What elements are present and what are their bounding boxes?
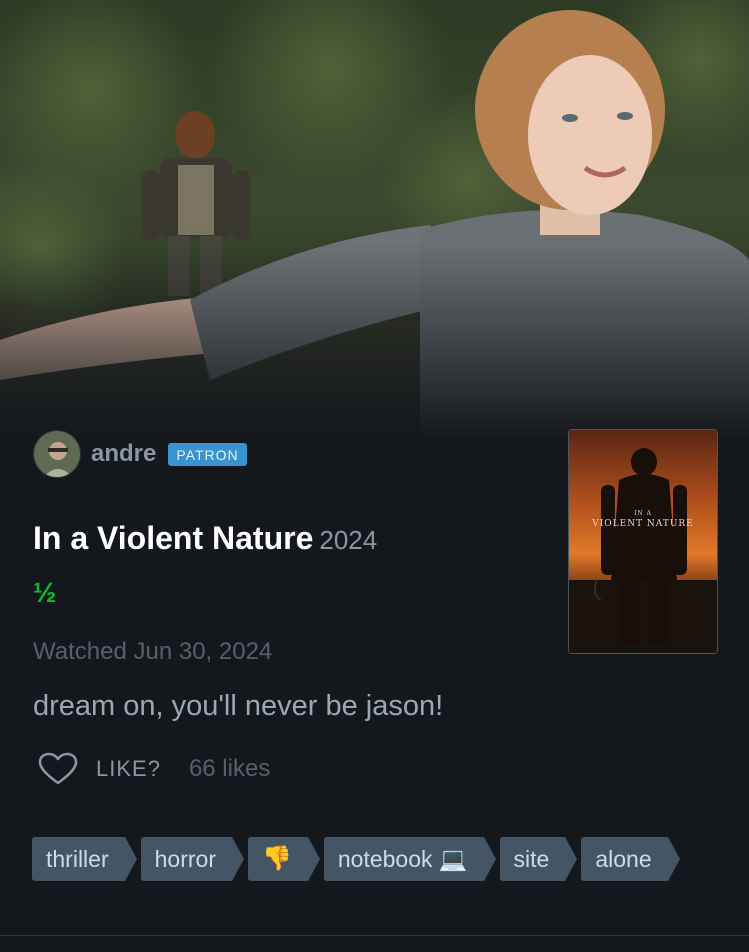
like-count[interactable]: 66 likes — [189, 755, 270, 783]
tag-horror[interactable]: horror — [140, 837, 245, 881]
review-author: andre PATRON — [33, 430, 247, 478]
star-rating: ½ — [33, 577, 57, 608]
tag-notebook[interactable]: notebook 💻 — [323, 837, 496, 881]
author-name[interactable]: andre — [91, 440, 156, 468]
film-poster[interactable]: IN A VIOLENT NATURE — [568, 429, 718, 654]
tag-thriller[interactable]: thriller — [32, 837, 137, 881]
patron-badge: PATRON — [168, 442, 247, 466]
heart-icon[interactable] — [38, 752, 78, 786]
backdrop-image — [0, 0, 749, 440]
like-button[interactable]: LIKE? — [96, 756, 161, 782]
review-text: dream on, you'll never be jason! — [33, 690, 444, 722]
film-heading: In a Violent Nature 2024 — [33, 520, 377, 557]
divider — [0, 935, 749, 936]
tag-thumbs-down[interactable]: 👎 — [247, 837, 320, 881]
avatar[interactable] — [33, 430, 81, 478]
tag-alone[interactable]: alone — [581, 837, 680, 881]
tag-list: thriller horror 👎 notebook 💻 site alone — [32, 837, 680, 881]
film-year[interactable]: 2024 — [319, 525, 377, 555]
tag-site[interactable]: site — [499, 837, 578, 881]
film-title[interactable]: In a Violent Nature — [33, 520, 313, 556]
watched-date: Watched Jun 30, 2024 — [33, 638, 273, 665]
poster-title: IN A VIOLENT NATURE — [592, 510, 694, 529]
likes-row: LIKE? 66 likes — [38, 752, 270, 786]
